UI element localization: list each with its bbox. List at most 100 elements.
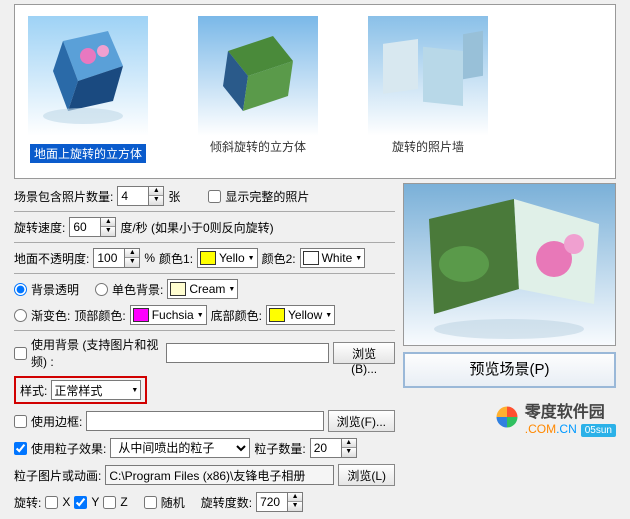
color2-name: White [322, 251, 353, 265]
bg-solid-radio[interactable] [95, 283, 108, 296]
rotate-y-checkbox[interactable] [74, 496, 87, 509]
top-color-name: Fuchsia [152, 308, 194, 322]
chevron-down-icon: ▼ [228, 286, 235, 293]
random-label: 随机 [161, 494, 185, 511]
photo-count-label: 场景包含照片数量: [14, 188, 113, 205]
chevron-down-icon: ▼ [197, 312, 204, 319]
color1-name: Yello [219, 251, 245, 265]
rotate-x-label: X [62, 495, 70, 509]
spin-down-icon[interactable]: ▼ [342, 448, 356, 457]
preview-scene-button[interactable]: 预览场景(P) [403, 352, 616, 388]
brand-name: 零度软件园 [525, 398, 616, 422]
top-color-dropdown[interactable]: Fuchsia ▼ [130, 305, 207, 325]
bg-transparent-label: 背景透明 [31, 281, 79, 298]
chevron-down-icon: ▼ [131, 387, 138, 394]
preview-image [403, 183, 616, 346]
brand-icon [493, 403, 521, 431]
browse-b-button[interactable]: 浏览(B)... [333, 342, 395, 364]
bottom-color-dropdown[interactable]: Yellow ▼ [266, 305, 335, 325]
bg-media-path-input[interactable] [166, 343, 329, 363]
scene-thumb-1[interactable]: 地面上旋转的立方体 [23, 13, 153, 170]
chevron-down-icon: ▼ [325, 312, 332, 319]
scene-thumb-1-label: 地面上旋转的立方体 [30, 144, 146, 163]
bg-transparent-radio[interactable] [14, 283, 27, 296]
scene-thumb-2[interactable]: 倾斜旋转的立方体 [193, 13, 323, 170]
ground-opacity-spinner[interactable]: ▲▼ [93, 248, 140, 268]
color2-dropdown[interactable]: White ▼ [300, 248, 366, 268]
bg-solid-color-name: Cream [189, 282, 225, 296]
spin-up-icon[interactable]: ▲ [342, 439, 356, 448]
particle-count-spinner[interactable]: ▲▼ [310, 438, 357, 458]
show-full-label: 显示完整的照片 [225, 188, 309, 205]
brand-domain: .COM.CN05sun [525, 422, 616, 436]
brand-logo: 零度软件园 .COM.CN05sun [403, 398, 616, 436]
bottom-color-label: 底部颜色: [211, 307, 262, 324]
rotate-speed-spinner[interactable]: ▲▼ [69, 217, 116, 237]
rotate-z-checkbox[interactable] [103, 496, 116, 509]
browse-f-button[interactable]: 浏览(F)... [328, 410, 395, 432]
bottom-color-name: Yellow [288, 308, 322, 322]
rotate-speed-input[interactable] [69, 217, 101, 237]
bg-gradient-label: 渐变色: [31, 307, 70, 324]
scene-thumb-2-label: 倾斜旋转的立方体 [210, 140, 306, 154]
style-value: 正常样式 [54, 382, 102, 399]
bg-solid-swatch [170, 282, 186, 296]
top-color-swatch [133, 308, 149, 322]
scene-thumb-3-label: 旋转的照片墙 [392, 140, 464, 154]
particle-count-input[interactable] [310, 438, 342, 458]
rotate-y-label: Y [91, 495, 99, 509]
color1-swatch [200, 251, 216, 265]
color1-label: 颜色1: [159, 250, 193, 267]
rotate-count-input[interactable] [256, 492, 288, 512]
rotate-speed-unit: 度/秒 (如果小于0则反向旋转) [120, 219, 273, 236]
use-particle-label: 使用粒子效果: [31, 440, 106, 457]
use-particle-checkbox[interactable] [14, 442, 27, 455]
spin-down-icon[interactable]: ▼ [149, 196, 163, 205]
photo-count-input[interactable] [117, 186, 149, 206]
pct-label: % [144, 251, 155, 265]
spin-down-icon[interactable]: ▼ [125, 258, 139, 267]
spin-up-icon[interactable]: ▲ [149, 187, 163, 196]
rotate-x-checkbox[interactable] [45, 496, 58, 509]
bg-gradient-radio[interactable] [14, 309, 27, 322]
style-highlight-box: 样式: 正常样式 ▼ [14, 376, 147, 404]
photo-count-unit: 张 [168, 188, 180, 205]
particle-type-select[interactable]: 从中间喷出的粒子 [110, 438, 250, 458]
color1-dropdown[interactable]: Yello ▼ [197, 248, 258, 268]
spin-down-icon[interactable]: ▼ [288, 502, 302, 511]
rotate-z-label: Z [120, 495, 127, 509]
scene-thumb-3-image [363, 13, 493, 138]
border-path-input[interactable] [86, 411, 323, 431]
show-full-checkbox[interactable] [208, 190, 221, 203]
spin-up-icon[interactable]: ▲ [288, 493, 302, 502]
chevron-down-icon: ▼ [355, 255, 362, 262]
browse-l-button[interactable]: 浏览(L) [338, 464, 395, 486]
style-dropdown[interactable]: 正常样式 ▼ [51, 380, 141, 400]
scene-gallery: 地面上旋转的立方体 倾斜旋转的立方体 旋转的照片墙 [14, 4, 616, 179]
photo-count-spinner[interactable]: ▲▼ [117, 186, 164, 206]
scene-thumb-2-image [193, 13, 323, 138]
rotate-count-spinner[interactable]: ▲▼ [256, 492, 303, 512]
bg-solid-label: 单色背景: [112, 281, 163, 298]
use-border-label: 使用边框: [31, 413, 82, 430]
spin-up-icon[interactable]: ▲ [125, 249, 139, 258]
rotate-speed-label: 旋转速度: [14, 219, 65, 236]
rotate-axis-label: 旋转: [14, 494, 41, 511]
style-label: 样式: [20, 382, 47, 399]
scene-thumb-3[interactable]: 旋转的照片墙 [363, 13, 493, 170]
spin-up-icon[interactable]: ▲ [101, 218, 115, 227]
top-color-label: 顶部颜色: [74, 307, 125, 324]
color2-label: 颜色2: [262, 250, 296, 267]
use-bg-media-label: 使用背景 (支持图片和视频) : [31, 336, 162, 370]
random-checkbox[interactable] [144, 496, 157, 509]
particle-count-label: 粒子数量: [254, 440, 305, 457]
use-border-checkbox[interactable] [14, 415, 27, 428]
rotate-count-label: 旋转度数: [201, 494, 252, 511]
particle-img-input[interactable] [105, 465, 334, 485]
use-bg-media-checkbox[interactable] [14, 347, 27, 360]
ground-opacity-input[interactable] [93, 248, 125, 268]
bg-solid-color-dropdown[interactable]: Cream ▼ [167, 279, 238, 299]
color2-swatch [303, 251, 319, 265]
particle-img-label: 粒子图片或动画: [14, 467, 101, 484]
spin-down-icon[interactable]: ▼ [101, 227, 115, 236]
